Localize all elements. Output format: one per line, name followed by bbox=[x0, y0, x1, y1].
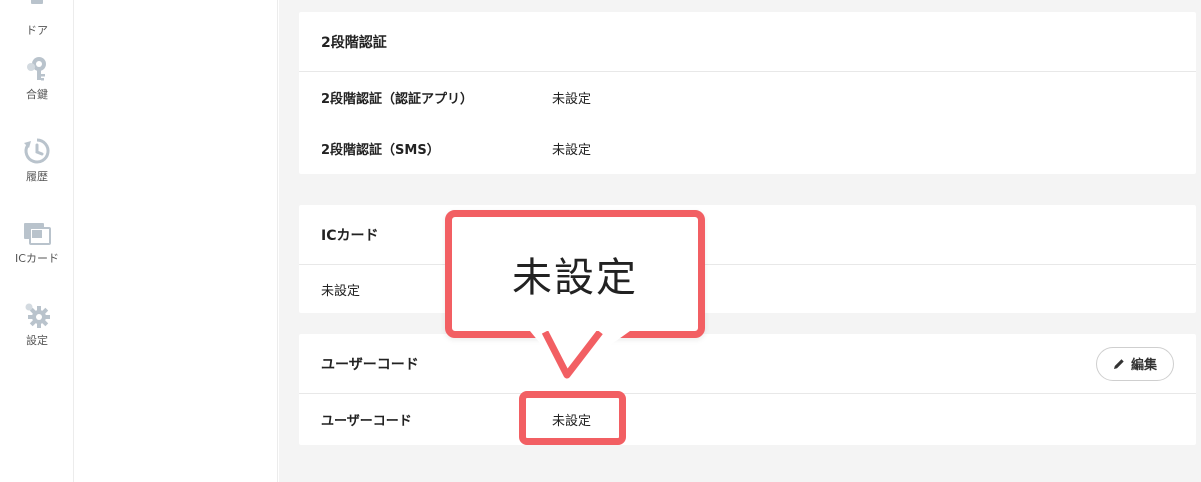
card-header: 2段階認証 bbox=[299, 12, 1196, 72]
sidebar-item-label: ICカード bbox=[15, 252, 59, 265]
user-code-card: ユーザーコード 編集 ユーザーコード 未設定 bbox=[299, 334, 1196, 445]
app-window: ドア 合鍵 履歴 ICカード 設定 2段階認証 2段階認証（認証アプリ） 未設定… bbox=[0, 0, 1201, 482]
pencil-icon bbox=[1113, 358, 1124, 369]
card-header: ICカード bbox=[299, 205, 1196, 265]
sidebar-item-settings[interactable]: 設定 bbox=[0, 300, 74, 348]
settings-row: 未設定 bbox=[299, 265, 1196, 313]
icon-sidebar: ドア 合鍵 履歴 ICカード 設定 bbox=[0, 0, 74, 482]
settings-row: 2段階認証（SMS） 未設定 bbox=[299, 123, 1196, 174]
row-value: 未設定 bbox=[552, 143, 592, 158]
sidebar-item-iccard[interactable]: ICカード bbox=[0, 218, 74, 266]
sidebar-item-history[interactable]: 履歴 bbox=[0, 136, 74, 184]
edit-button-label: 編集 bbox=[1130, 357, 1157, 372]
key-icon bbox=[22, 54, 52, 84]
row-label: 2段階認証（SMS） bbox=[321, 143, 440, 158]
card-title: ユーザーコード bbox=[321, 356, 419, 373]
two-factor-card: 2段階認証 2段階認証（認証アプリ） 未設定 2段階認証（SMS） 未設定 bbox=[299, 12, 1196, 174]
secondary-sidebar bbox=[75, 0, 278, 482]
row-label: 2段階認証（認証アプリ） bbox=[321, 92, 474, 107]
settings-row: 2段階認証（認証アプリ） 未設定 bbox=[299, 72, 1196, 123]
gear-icon bbox=[22, 300, 52, 330]
edit-button[interactable]: 編集 bbox=[1095, 346, 1174, 381]
row-value: 未設定 bbox=[552, 92, 592, 107]
callout-text: 未設定 bbox=[512, 255, 638, 301]
card-title: ICカード bbox=[321, 227, 379, 244]
sidebar-item-label: 設定 bbox=[26, 334, 48, 347]
card-header: ユーザーコード 編集 bbox=[299, 334, 1196, 394]
highlight-box bbox=[519, 391, 626, 445]
history-icon bbox=[22, 136, 52, 166]
callout-tail bbox=[530, 331, 630, 379]
sidebar-item-label: 履歴 bbox=[26, 170, 48, 183]
door-icon bbox=[22, 0, 52, 20]
ic-card-section: ICカード 未設定 bbox=[299, 205, 1196, 313]
sidebar-item-key[interactable]: 合鍵 bbox=[0, 54, 74, 102]
card-title: 2段階認証 bbox=[321, 34, 387, 51]
callout-bubble: 未設定 bbox=[445, 210, 705, 338]
sidebar-item-label: 合鍵 bbox=[26, 88, 48, 101]
settings-row: ユーザーコード 未設定 bbox=[299, 394, 1196, 445]
settings-content: 2段階認証 2段階認証（認証アプリ） 未設定 2段階認証（SMS） 未設定 IC… bbox=[279, 0, 1201, 482]
row-label: ユーザーコード bbox=[321, 414, 412, 429]
sidebar-item-door[interactable]: ドア bbox=[0, 0, 74, 38]
sidebar-item-label: ドア bbox=[26, 24, 48, 37]
row-value: 未設定 bbox=[321, 283, 361, 299]
ic-card-icon bbox=[22, 218, 52, 248]
